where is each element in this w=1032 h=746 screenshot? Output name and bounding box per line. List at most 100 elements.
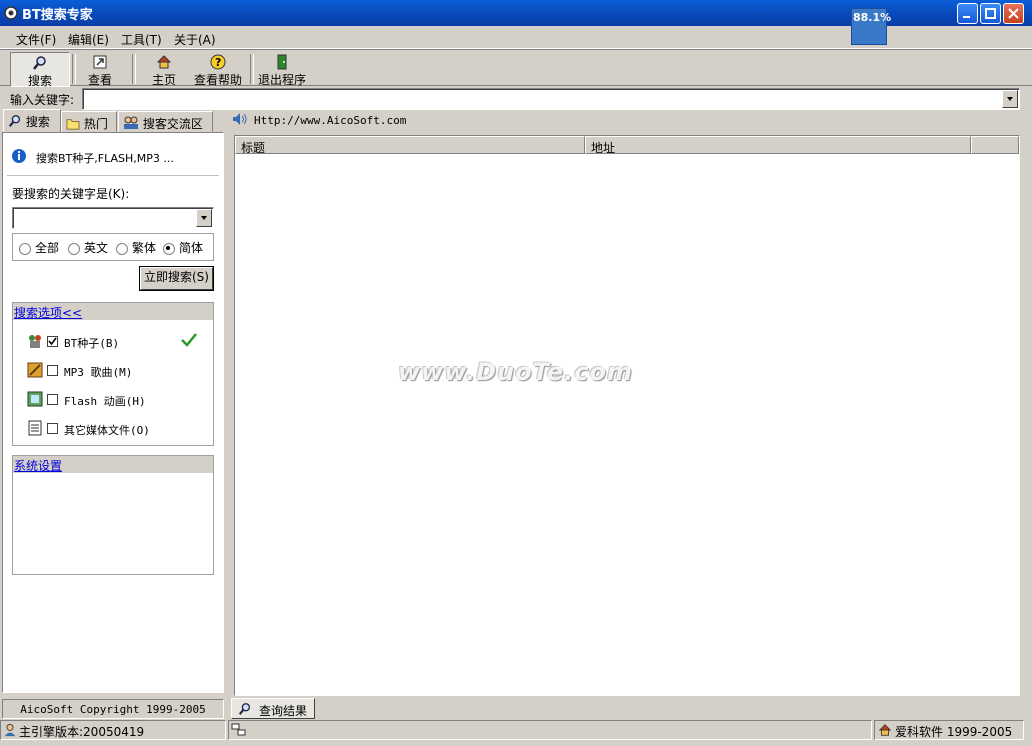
column-title[interactable]: 标题: [235, 136, 585, 155]
keyword-bar: 输入关键字:: [0, 87, 1032, 110]
option-flash-label: Flash 动画(H): [64, 395, 146, 408]
mp3-icon: [27, 362, 43, 378]
other-media-checkbox[interactable]: [47, 423, 58, 434]
users-icon: [124, 116, 138, 129]
toolbar: 搜索 查看 主页 ? 查看帮助 退出程序: [0, 49, 1032, 88]
document-icon: [28, 420, 42, 436]
exit-door-icon: [277, 54, 287, 70]
home-toolbar-label: 主页: [151, 73, 176, 87]
search-options-group: 搜索选项<< BT种子(B) MP3 歌曲(M) Flash 动画(H) 其它媒…: [12, 302, 214, 446]
tab-community-label: 搜客交流区: [142, 117, 203, 131]
results-list[interactable]: 标题 地址: [234, 135, 1020, 696]
help-toolbar-label: 查看帮助: [193, 73, 242, 87]
app-icon: [4, 6, 18, 20]
url-bar: Http://www.AicoSoft.com: [228, 110, 1022, 131]
exit-toolbar-button[interactable]: 退出程序: [256, 52, 308, 87]
close-icon: [1008, 8, 1019, 19]
speaker-icon: [233, 113, 247, 125]
keyword-prompt-label: 要搜索的关键字是(K):: [12, 187, 130, 201]
bt-checkbox[interactable]: [47, 336, 58, 347]
system-settings-link[interactable]: 系统设置: [14, 457, 62, 474]
view-toolbar-label: 查看: [87, 73, 112, 87]
minimize-button[interactable]: [957, 3, 978, 24]
status-company: 爱科软件 1999-2005: [874, 720, 1024, 740]
language-radio-group: 全部 英文 繁体 简体: [12, 233, 214, 261]
column-address[interactable]: 地址: [585, 136, 971, 155]
help-icon: ?: [210, 54, 226, 70]
info-icon: [12, 149, 26, 163]
close-button[interactable]: [1003, 3, 1024, 24]
radio-all-label: 全部: [35, 241, 60, 255]
tab-query-results[interactable]: 查询结果: [231, 698, 315, 719]
maximize-icon: [985, 8, 996, 19]
divider: [7, 175, 219, 176]
search-options-toggle-link[interactable]: 搜索选项<<: [14, 304, 82, 321]
mp3-checkbox[interactable]: [47, 365, 58, 376]
panel-keyword-dropdown-arrow[interactable]: [196, 209, 212, 227]
cpu-label: 88.1%: [853, 11, 892, 24]
status-engine-version: 主引擎版本:20050419: [0, 720, 226, 740]
system-settings-group: 系统设置: [12, 455, 214, 575]
search-icon: [8, 115, 21, 127]
radio-all[interactable]: 全部: [19, 239, 59, 256]
help-toolbar-button[interactable]: ? 查看帮助: [192, 52, 244, 87]
option-bt-label: BT种子(B): [64, 337, 120, 350]
column-filler: [971, 136, 1019, 154]
bt-seed-icon: [29, 335, 41, 348]
svg-text:?: ?: [215, 56, 221, 69]
menu-bar: 文件(F) 编辑(E) 工具(T) 关于(A): [0, 27, 1032, 49]
toolbar-separator: [72, 54, 76, 84]
search-toolbar-button[interactable]: 搜索: [10, 52, 70, 88]
toolbar-separator: [250, 54, 254, 84]
tab-query-results-label: 查询结果: [259, 704, 308, 718]
search-icon: [33, 56, 46, 70]
tab-hot-label: 热门: [83, 117, 108, 131]
system-settings-header: 系统设置: [13, 456, 213, 473]
keyword-dropdown-arrow[interactable]: [1002, 90, 1018, 108]
url-text[interactable]: Http://www.AicoSoft.com: [254, 114, 406, 127]
tab-search-label: 搜索: [25, 115, 50, 129]
radio-english[interactable]: 英文: [68, 239, 108, 256]
search-icon: [238, 703, 251, 715]
radio-english-label: 英文: [84, 241, 109, 255]
radio-simplified[interactable]: 简体: [163, 239, 203, 256]
radio-traditional[interactable]: 繁体: [116, 239, 156, 256]
view-icon: [93, 55, 107, 69]
keyword-label: 输入关键字:: [10, 93, 75, 107]
menu-edit[interactable]: 编辑(E): [68, 31, 109, 48]
exit-toolbar-label: 退出程序: [257, 73, 306, 87]
tab-hot[interactable]: 热门: [61, 111, 117, 132]
minimize-icon: [963, 16, 970, 18]
flash-checkbox[interactable]: [47, 394, 58, 405]
company-text: 爱科软件 1999-2005: [895, 725, 1013, 739]
tab-search[interactable]: 搜索: [3, 109, 61, 133]
view-toolbar-button[interactable]: 查看: [80, 52, 120, 87]
folder-icon: [66, 119, 80, 130]
flash-icon: [27, 391, 43, 407]
search-options-header: 搜索选项<<: [13, 303, 213, 320]
search-toolbar-label: 搜索: [27, 74, 52, 88]
menu-tools[interactable]: 工具(T): [121, 31, 162, 48]
home-icon: [878, 724, 892, 736]
copyright-footer: AicoSoft Copyright 1999-2005: [2, 699, 224, 719]
info-text: 搜索BT种子,FLASH,MP3 ...: [36, 152, 174, 165]
search-panel: 搜索BT种子,FLASH,MP3 ... 要搜索的关键字是(K): 全部 英文 …: [2, 132, 224, 693]
option-mp3-label: MP3 歌曲(M): [64, 366, 133, 379]
engine-version-text: 主引擎版本:20050419: [19, 725, 145, 739]
option-other-media-label: 其它媒体文件(O): [64, 424, 150, 437]
maximize-button[interactable]: [980, 3, 1001, 24]
tab-community[interactable]: 搜客交流区: [118, 111, 213, 132]
user-icon: [4, 723, 16, 737]
status-middle: [228, 720, 872, 740]
watermark: www.DuoTe.com: [398, 358, 633, 386]
radio-traditional-label: 繁体: [132, 241, 157, 255]
menu-file[interactable]: 文件(F): [16, 31, 56, 48]
keyword-combobox[interactable]: [82, 88, 1020, 110]
panel-keyword-combobox[interactable]: [12, 207, 214, 229]
window-title: BT搜索专家: [22, 8, 93, 23]
search-now-button[interactable]: 立即搜索(S): [140, 267, 213, 290]
radio-simplified-label: 简体: [179, 241, 204, 255]
home-toolbar-button[interactable]: 主页: [144, 52, 184, 87]
toolbar-separator: [132, 54, 136, 84]
menu-about[interactable]: 关于(A): [174, 31, 216, 48]
